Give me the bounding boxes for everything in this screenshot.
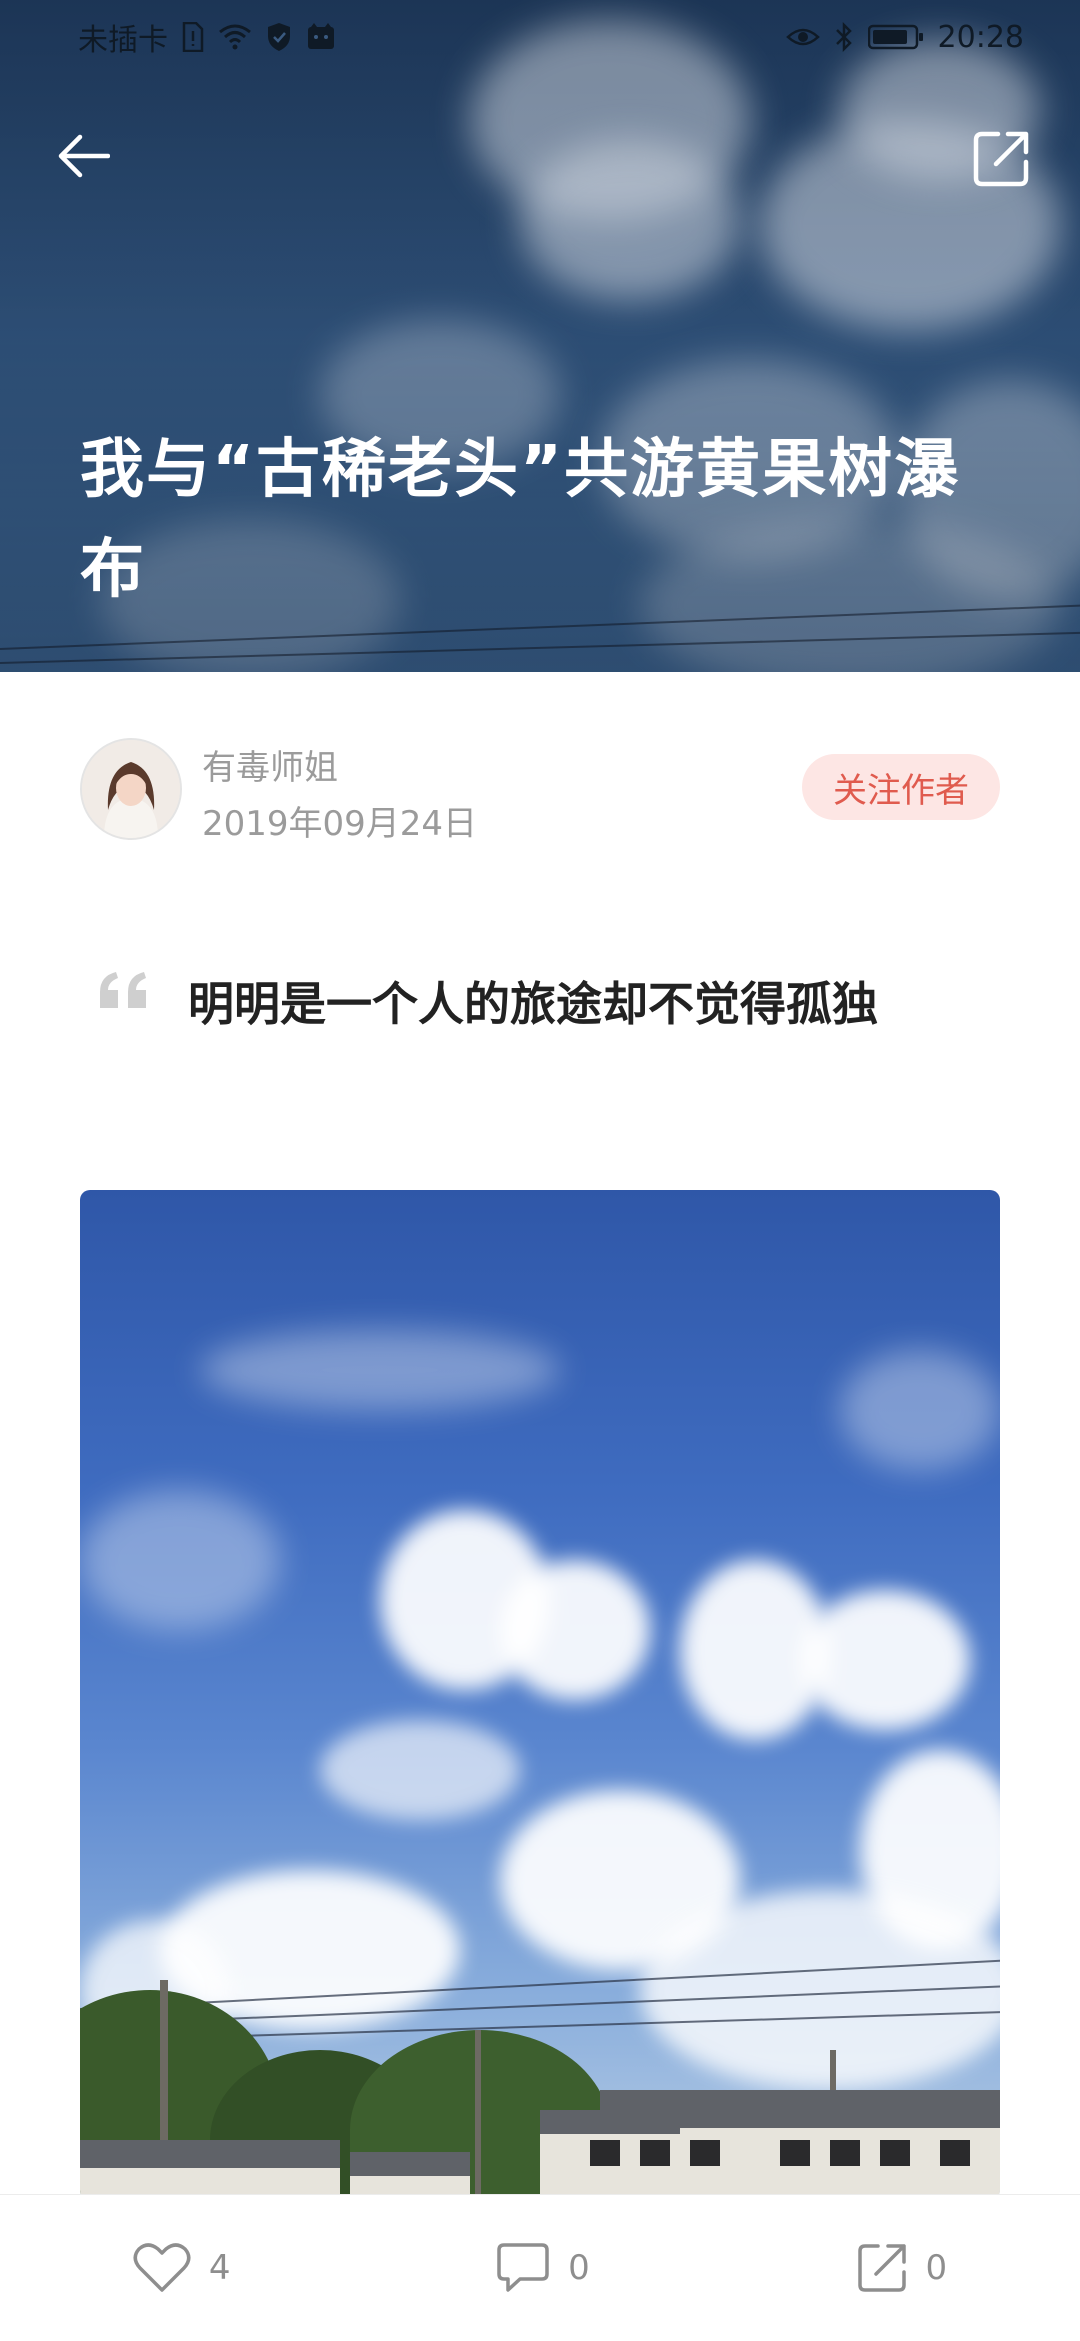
back-arrow-icon	[58, 134, 110, 178]
share-count: 0	[925, 2248, 948, 2288]
quote-mark-icon	[96, 968, 152, 1012]
publish-date: 2019年09月24日	[202, 804, 478, 844]
share-button-top[interactable]	[962, 118, 1042, 198]
comment-icon	[497, 2243, 549, 2292]
clock-text: 20:28	[937, 19, 1024, 55]
hero-banner: 未插卡 20:28 我与“古稀老头”共游黄果树瀑布	[0, 0, 1080, 672]
bottom-action-bar: 4 0 0	[0, 2194, 1080, 2341]
like-button[interactable]: 4	[133, 2242, 231, 2294]
eye-icon	[785, 25, 820, 49]
share-button-bottom[interactable]: 0	[856, 2242, 948, 2294]
author-name[interactable]: 有毒师姐	[202, 740, 338, 789]
status-bar: 未插卡 20:28	[0, 0, 1080, 74]
comment-count: 0	[568, 2248, 590, 2288]
author-row: 有毒师姐 2019年09月24日 关注作者	[80, 738, 1000, 844]
sim-card-icon	[182, 22, 204, 52]
like-count: 4	[208, 2248, 231, 2288]
article-photo[interactable]	[80, 1190, 1000, 2200]
back-button[interactable]	[46, 118, 122, 194]
article-title: 我与“古稀老头”共游黄果树瀑布	[80, 433, 961, 607]
battery-icon	[867, 24, 924, 50]
shield-icon	[266, 22, 292, 52]
cat-notification-icon	[306, 23, 336, 51]
wifi-icon	[218, 24, 252, 50]
heart-icon	[133, 2243, 191, 2292]
share-icon	[973, 131, 1029, 187]
article-quote: 明明是一个人的旅途却不觉得孤独	[188, 977, 878, 1031]
share-icon	[857, 2244, 906, 2292]
avatar[interactable]	[80, 738, 182, 840]
comment-button[interactable]: 0	[496, 2242, 590, 2294]
follow-author-button[interactable]: 关注作者	[802, 754, 1000, 820]
carrier-text: 未插卡	[78, 23, 168, 58]
bluetooth-icon	[834, 22, 854, 52]
